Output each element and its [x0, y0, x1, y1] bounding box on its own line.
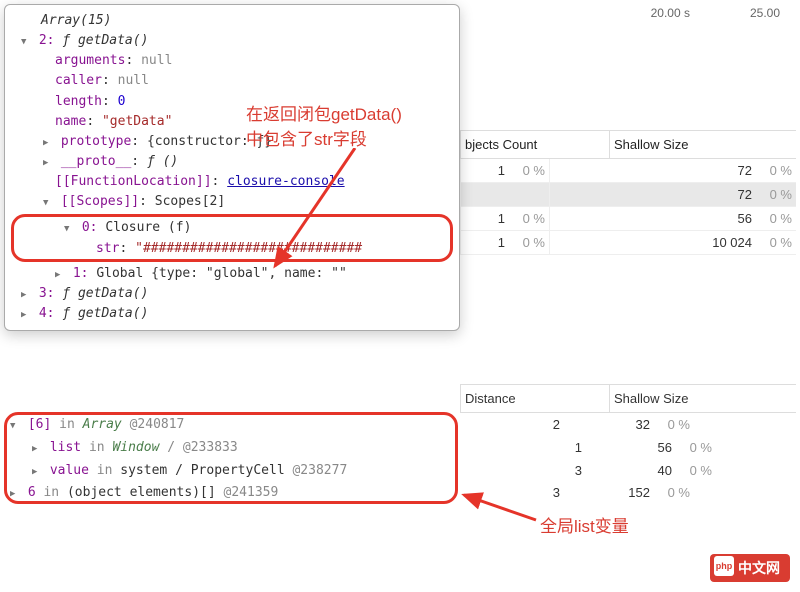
- object-entry[interactable]: 2: ƒ getData(): [5, 31, 459, 51]
- retainer-row[interactable]: 6 in (object elements)[] @241359 3 1520 …: [4, 482, 794, 505]
- timeline-mark: 25.00: [750, 6, 780, 20]
- scope-entry[interactable]: 1: Global {type: "global", name: "": [5, 264, 459, 284]
- column-header-shallow-size[interactable]: Shallow Size: [609, 385, 796, 412]
- chevron-right-icon[interactable]: [43, 132, 53, 152]
- property-row[interactable]: arguments: null: [5, 51, 459, 71]
- annotation-global-list: 全局list变量: [540, 512, 629, 537]
- property-row[interactable]: prototype: {constructor: ƒ}: [5, 132, 459, 152]
- timeline-mark: 20.00 s: [651, 6, 690, 20]
- table-row[interactable]: 10 % 560 %: [460, 207, 796, 231]
- chevron-down-icon[interactable]: [43, 192, 53, 212]
- php-watermark: 中文网: [710, 554, 790, 582]
- retainers-panel: [6] in Array @240817 2 320 % list in Win…: [4, 414, 794, 505]
- table-row[interactable]: 720 %: [460, 183, 796, 207]
- property-row[interactable]: caller: null: [5, 71, 459, 91]
- table-row[interactable]: 10 % 720 %: [460, 159, 796, 183]
- scope-entry[interactable]: 0: Closure (f): [14, 218, 450, 238]
- property-row[interactable]: name: "getData": [5, 112, 459, 132]
- property-row[interactable]: __proto__: ƒ (): [5, 152, 459, 172]
- column-header-distance[interactable]: Distance: [460, 385, 609, 412]
- property-row[interactable]: str: "############################: [14, 239, 450, 259]
- retainer-row[interactable]: value in system / PropertyCell @238277 3…: [4, 460, 794, 483]
- chevron-right-icon[interactable]: [32, 460, 42, 483]
- retainers-header: Distance Shallow Size: [460, 384, 796, 413]
- retainer-row[interactable]: [6] in Array @240817 2 320 %: [4, 414, 794, 437]
- column-header-objects-count[interactable]: bjects Count: [460, 131, 609, 158]
- retainer-row[interactable]: list in Window / @233833 1 560 %: [4, 437, 794, 460]
- column-header-shallow-size[interactable]: Shallow Size: [609, 131, 796, 158]
- chevron-down-icon[interactable]: [10, 414, 20, 437]
- closure-highlight: 0: Closure (f) str: "###################…: [11, 214, 453, 261]
- chevron-right-icon[interactable]: [32, 437, 42, 460]
- chevron-right-icon[interactable]: [21, 304, 31, 324]
- chevron-right-icon[interactable]: [10, 482, 20, 505]
- property-row[interactable]: [[Scopes]]: Scopes[2]: [5, 192, 459, 212]
- object-summary-table: bjects Count Shallow Size 10 % 720 % 720…: [460, 130, 796, 255]
- function-location-link[interactable]: closure-console: [227, 174, 344, 189]
- chevron-down-icon[interactable]: [21, 31, 31, 51]
- timeline-ruler: 20.00 s 25.00: [631, 0, 800, 26]
- chevron-right-icon[interactable]: [21, 284, 31, 304]
- table-row[interactable]: 10 % 10 0240 %: [460, 231, 796, 255]
- chevron-right-icon[interactable]: [55, 264, 65, 284]
- object-inspector-tooltip: Array(15) 2: ƒ getData() arguments: null…: [4, 4, 460, 331]
- chevron-down-icon[interactable]: [64, 218, 74, 238]
- property-row[interactable]: length: 0: [5, 92, 459, 112]
- object-entry[interactable]: 4: ƒ getData(): [5, 304, 459, 324]
- inspector-title: Array(15): [11, 13, 111, 28]
- property-row[interactable]: [[FunctionLocation]]: closure-console: [5, 172, 459, 192]
- chevron-right-icon[interactable]: [43, 152, 53, 172]
- object-entry[interactable]: 3: ƒ getData(): [5, 284, 459, 304]
